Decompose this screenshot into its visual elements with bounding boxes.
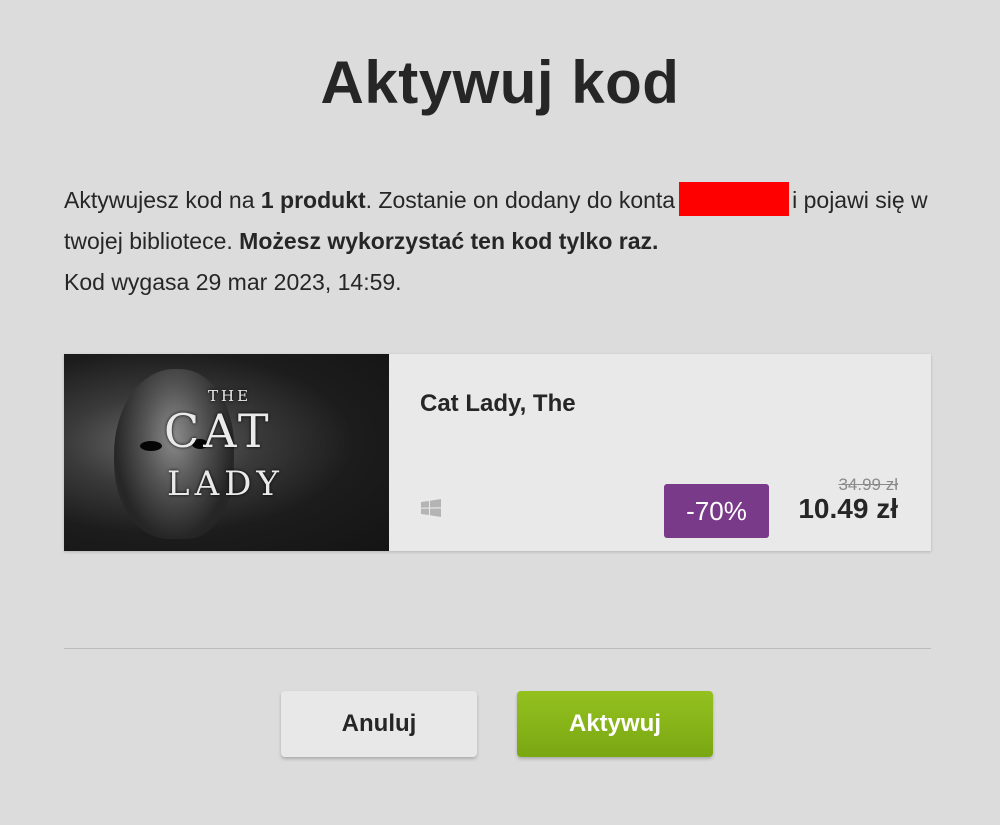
- dialog-title: Aktywuj kod: [320, 49, 680, 116]
- product-name[interactable]: Cat Lady, The: [420, 390, 576, 418]
- cover-title-lady: LADY: [167, 464, 284, 504]
- divider: [64, 648, 931, 649]
- single-use-warning: Możesz wykorzystać ten kod tylko raz.: [239, 228, 659, 254]
- dialog-description: Aktywujesz kod na 1 produkt. Zostanie on…: [64, 180, 934, 303]
- product-cover-image: THE CAT LADY: [64, 354, 389, 551]
- product-card[interactable]: THE CAT LADY Cat Lady, The -70% 34.99 zł…: [64, 354, 931, 551]
- windows-icon: [421, 499, 441, 517]
- product-info: Cat Lady, The -70% 34.99 zł 10.49 zł: [389, 354, 931, 551]
- description-part-1: Aktywujesz kod na: [64, 187, 261, 213]
- product-count: 1 produkt: [260, 187, 366, 213]
- cancel-button[interactable]: Anuluj: [281, 691, 477, 757]
- cover-eye-left: [140, 441, 162, 451]
- original-price: 34.99 zł: [838, 475, 898, 494]
- discounted-price: 10.49 zł: [798, 493, 898, 524]
- cover-title-the: THE: [208, 387, 252, 405]
- expiry-text: Kod wygasa 29 mar 2023, 14:59.: [64, 269, 402, 295]
- cover-title-cat: CAT: [164, 404, 273, 458]
- redacted-account-name: [679, 182, 790, 216]
- activate-button[interactable]: Aktywuj: [517, 691, 713, 757]
- activate-code-dialog: Aktywuj kod Aktywujesz kod na 1 produkt.…: [0, 0, 1000, 825]
- description-part-2: . Zostanie on dodany do konta: [365, 187, 676, 213]
- discount-badge: -70%: [664, 484, 769, 538]
